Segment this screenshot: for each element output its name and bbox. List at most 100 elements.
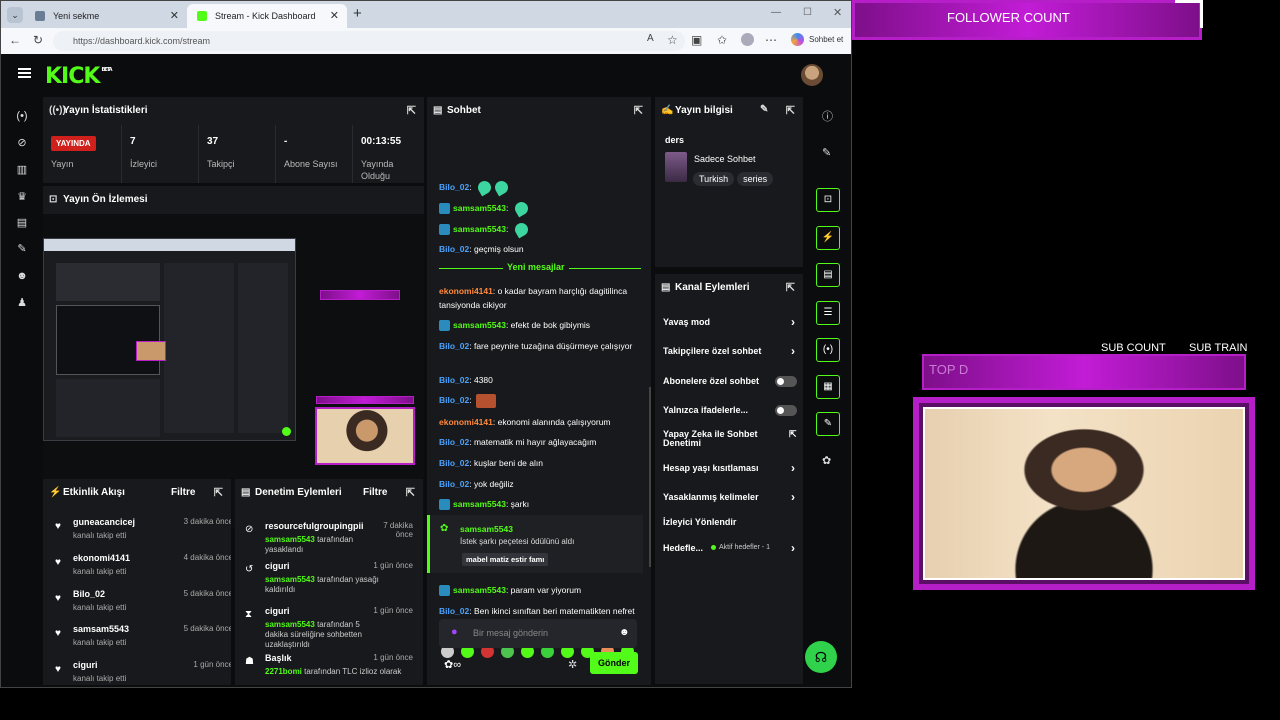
favorites-icon[interactable]: ✩ (717, 33, 727, 47)
chat-username[interactable]: Bilo_02 (439, 606, 469, 616)
chat-username[interactable]: samsam5543 (453, 224, 506, 234)
category-name[interactable]: Sadece Sohbet (694, 154, 756, 164)
kick-logo[interactable]: KICK BETA (45, 64, 113, 89)
chat-input-field[interactable]: ● Bir mesaj gönderin ☻ (439, 619, 637, 648)
activity-user[interactable]: ciguri (73, 660, 98, 670)
rail-preview-button[interactable]: ⊡ (816, 188, 840, 212)
expand-icon[interactable]: ⇱ (786, 281, 795, 294)
ai-moderation-row[interactable]: Yapay Zeka ile Sohbet Denetimi ⇱ (663, 430, 803, 448)
chat-username[interactable]: Bilo_02 (439, 437, 469, 447)
reward-user[interactable]: samsam5543 (460, 524, 513, 534)
host-viewers-row[interactable]: İzleyici Yönlendir (663, 517, 803, 527)
chat-username[interactable]: Bilo_02 (439, 479, 469, 489)
activity-user[interactable]: Bilo_02 (73, 589, 105, 599)
chat-username[interactable]: samsam5543 (453, 320, 506, 330)
chat-username[interactable]: Bilo_02 (439, 244, 469, 254)
profile-icon[interactable] (741, 33, 754, 46)
tab-kick-dashboard[interactable]: Stream - Kick Dashboard ✕ (187, 4, 347, 28)
rail-lightning-button[interactable]: ⚡ (816, 226, 840, 250)
tag-pill[interactable]: Turkish (693, 172, 735, 186)
rail-list-button[interactable]: ▤ (816, 263, 840, 287)
close-tab-icon[interactable]: ✕ (330, 9, 339, 22)
banned-words-row[interactable]: Yasaklanmış kelimeler › (663, 490, 803, 504)
expand-icon[interactable]: ⇱ (214, 486, 223, 499)
microphone-icon[interactable]: ● (451, 626, 458, 638)
stream-icon[interactable]: (•) (15, 109, 29, 123)
read-aloud-icon[interactable]: A (647, 33, 654, 44)
send-button[interactable]: Gönder (590, 652, 638, 674)
activity-filter-button[interactable]: Filtre (171, 487, 195, 498)
kick-coins-icon[interactable]: ✿ (822, 454, 831, 467)
close-tab-icon[interactable]: ✕ (170, 9, 179, 22)
tab-menu-icon[interactable]: ⌄ (7, 7, 23, 23)
support-chat-button[interactable]: ☊ (805, 641, 837, 673)
more-icon[interactable]: ⋯ (765, 33, 777, 47)
maximize-icon[interactable]: ☐ (803, 7, 812, 18)
emotes-only-toggle[interactable] (775, 405, 797, 416)
mod-actor[interactable]: samsam5543 (265, 535, 315, 544)
slow-mode-row[interactable]: Yavaş mod › (663, 315, 803, 329)
subscribers-only-toggle[interactable] (775, 376, 797, 387)
mod-target[interactable]: ciguri (265, 606, 290, 616)
mod-actor[interactable]: samsam5543 (265, 575, 315, 584)
mod-target[interactable]: ciguri (265, 561, 290, 571)
mod-target[interactable]: Başlık (265, 653, 292, 663)
url-field[interactable]: https://dashboard.kick.com/stream (53, 31, 685, 51)
user-avatar[interactable] (801, 64, 823, 86)
moderation-icon[interactable]: ♟ (15, 296, 29, 310)
back-icon[interactable]: ← (9, 33, 21, 47)
chat-username[interactable]: ekonomi4141 (439, 417, 493, 427)
activity-user[interactable]: samsam5543 (73, 624, 129, 634)
chat-username[interactable]: samsam5543 (453, 203, 506, 213)
video-icon[interactable]: ▤ (15, 216, 29, 230)
expand-icon[interactable]: ⇱ (634, 104, 643, 117)
copilot-label[interactable]: Sohbet et (809, 35, 843, 44)
account-age-row[interactable]: Hesap yaşı kısıtlaması › (663, 461, 803, 475)
close-window-icon[interactable]: ✕ (833, 6, 842, 19)
settings-wrench-icon[interactable]: ✎ (15, 242, 29, 256)
mod-actor[interactable]: 2271bomi (265, 667, 302, 676)
expand-icon[interactable]: ⇱ (407, 104, 416, 117)
rail-chat-button[interactable]: ☰ (816, 301, 840, 325)
expand-icon[interactable]: ⇱ (406, 486, 415, 499)
activity-user[interactable]: ekonomi4141 (73, 553, 130, 563)
edit-pencil-icon[interactable]: ✎ (760, 104, 768, 115)
community-icon[interactable]: ☻ (15, 269, 29, 283)
expand-icon[interactable]: ⇱ (786, 104, 795, 117)
chat-username[interactable]: Bilo_02 (439, 182, 469, 192)
reload-icon[interactable]: ↻ (33, 33, 43, 47)
mod-actor[interactable]: samsam5543 (265, 620, 315, 629)
trophy-icon[interactable]: ♛ (15, 190, 29, 204)
followers-only-row[interactable]: Takipçilere özel sohbet › (663, 344, 803, 358)
split-screen-icon[interactable]: ▣ (691, 33, 702, 47)
activity-user[interactable]: guneacancicej (73, 517, 135, 527)
chat-username[interactable]: Bilo_02 (439, 341, 469, 351)
goals-row[interactable]: Hedefle... Aktif hedefler - 1 › (663, 541, 803, 555)
mod-filter-button[interactable]: Filtre (363, 487, 387, 498)
chat-settings-icon[interactable]: ✲ (568, 658, 577, 671)
kick-coins-icon[interactable]: ✿∞ (444, 658, 461, 671)
chat-username[interactable]: Bilo_02 (439, 375, 469, 385)
chat-username[interactable]: Bilo_02 (439, 395, 469, 405)
chat-username[interactable]: samsam5543 (453, 585, 506, 595)
new-tab-button[interactable]: + (353, 5, 362, 22)
tag-pill[interactable]: series (737, 172, 774, 186)
mod-target[interactable]: resourcefulgroupingpii (265, 521, 364, 531)
analytics-icon[interactable]: ▥ (15, 163, 29, 177)
chat-username[interactable]: ekonomi4141 (439, 286, 493, 296)
chat-scrollbar[interactable] (649, 387, 651, 567)
menu-icon[interactable] (18, 68, 31, 78)
rail-layout-button[interactable]: ▦ (816, 375, 840, 399)
edit-icon[interactable]: ✎ (822, 146, 831, 159)
chat-username[interactable]: samsam5543 (453, 499, 506, 509)
minimize-icon[interactable]: — (771, 7, 781, 18)
rail-tools-button[interactable]: ✎ (816, 412, 840, 436)
emoji-picker-icon[interactable]: ☻ (619, 627, 630, 638)
favorite-star-icon[interactable]: ☆ (667, 33, 678, 47)
tab-new[interactable]: Yeni sekme ✕ (25, 4, 187, 28)
rail-broadcast-button[interactable]: (•) (816, 338, 840, 362)
link-icon[interactable]: ⊘ (15, 136, 29, 150)
info-icon[interactable]: ⓘ (822, 108, 833, 124)
copilot-icon[interactable] (791, 33, 804, 46)
chat-username[interactable]: Bilo_02 (439, 458, 469, 468)
